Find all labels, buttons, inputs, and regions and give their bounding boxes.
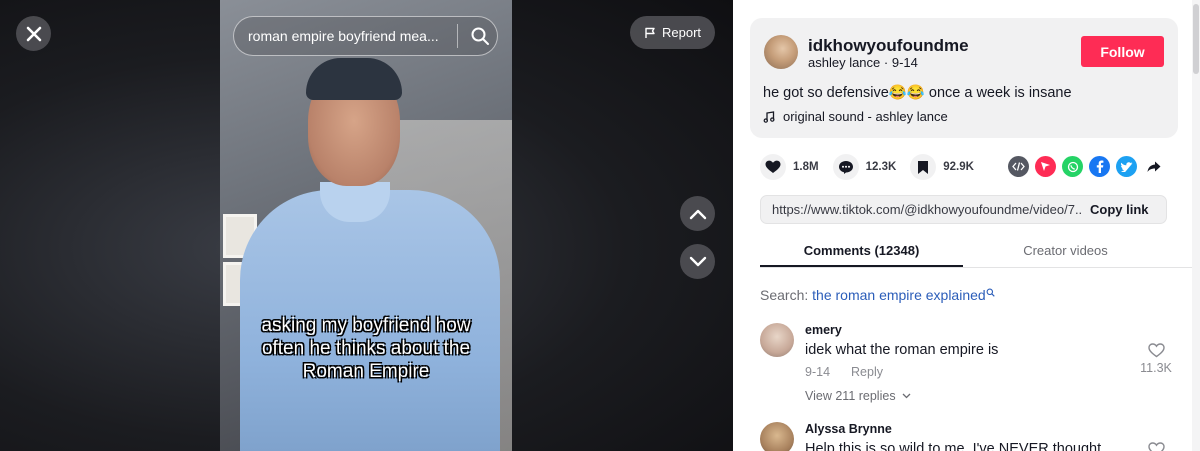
- post-date: 9-14: [891, 55, 918, 70]
- tab-comments[interactable]: Comments (12348): [760, 233, 963, 267]
- details-panel: idkhowyoufoundme ashley lance · 9-14 Fol…: [733, 0, 1200, 451]
- tab-creator-videos[interactable]: Creator videos: [963, 233, 1168, 267]
- next-video-button[interactable]: [680, 244, 715, 279]
- follow-button[interactable]: Follow: [1081, 36, 1164, 67]
- comment-author[interactable]: Alyssa Brynne: [805, 422, 892, 436]
- share-icons: [1008, 156, 1164, 177]
- facebook-icon[interactable]: [1089, 156, 1110, 177]
- search-prefix: Search:: [760, 287, 809, 303]
- sound-name: original sound - ashley lance: [783, 109, 948, 124]
- chevron-down-icon: [689, 256, 706, 266]
- video-frame[interactable]: asking my boyfriend how often he thinks …: [220, 0, 512, 451]
- caption-line: often he thinks about the: [261, 338, 471, 359]
- comment-item: Alyssa Brynne Help this is so wild to me…: [760, 422, 1180, 451]
- engagement-stats: 1.8M 12.3K 92.9K: [760, 154, 988, 180]
- comment-text: Help this is so wild to me. I've NEVER t…: [805, 441, 1102, 451]
- like-stat[interactable]: 1.8M: [760, 154, 819, 180]
- comment-like-count: 11.3K: [1140, 361, 1172, 375]
- separator-dot: ·: [883, 55, 892, 70]
- comment-meta: 9-14 Reply: [805, 365, 883, 379]
- video-description: he got so defensive😂😂 once a week is ins…: [763, 85, 1072, 101]
- flag-icon: [645, 27, 655, 38]
- report-label: Report: [661, 25, 702, 40]
- close-icon: [26, 26, 41, 41]
- avatar[interactable]: [760, 323, 794, 357]
- video-link-box[interactable]: https://www.tiktok.com/@idkhowyoufoundme…: [760, 195, 1167, 224]
- search-icon[interactable]: [470, 26, 490, 46]
- author-username[interactable]: idkhowyoufoundme: [808, 36, 969, 56]
- tab-bar: Comments (12348) Creator videos: [760, 233, 1194, 268]
- comment-text: idek what the roman empire is: [805, 342, 999, 358]
- comment-like[interactable]: [1138, 442, 1174, 451]
- comment-icon[interactable]: [832, 154, 859, 180]
- author-avatar[interactable]: [764, 35, 798, 69]
- comment-search-suggestion[interactable]: Search: the roman empire explained: [760, 287, 995, 303]
- search-divider: [457, 24, 458, 48]
- send-icon[interactable]: [1035, 156, 1056, 177]
- view-replies-label: View 211 replies: [805, 389, 896, 403]
- author-card: idkhowyoufoundme ashley lance · 9-14 Fol…: [750, 18, 1178, 138]
- previous-video-button[interactable]: [680, 196, 715, 231]
- person-cap: [306, 58, 402, 100]
- sound-link[interactable]: original sound - ashley lance: [763, 109, 948, 124]
- chevron-up-icon: [689, 209, 706, 219]
- video-caption: asking my boyfriend how often he thinks …: [220, 314, 512, 383]
- embed-icon[interactable]: [1008, 156, 1029, 177]
- heart-icon[interactable]: [760, 154, 786, 180]
- reply-button[interactable]: Reply: [851, 365, 883, 379]
- avatar[interactable]: [760, 422, 794, 451]
- video-search-box[interactable]: roman empire boyfriend mea...: [233, 16, 498, 56]
- comment-stat[interactable]: 12.3K: [832, 154, 897, 180]
- view-replies-button[interactable]: View 211 replies: [805, 389, 911, 403]
- scrollbar-thumb[interactable]: [1193, 4, 1199, 74]
- chevron-down-icon: [902, 393, 911, 399]
- save-stat[interactable]: 92.9K: [910, 154, 974, 180]
- bookmark-icon[interactable]: [910, 154, 937, 180]
- close-button[interactable]: [16, 16, 51, 51]
- like-count: 1.8M: [793, 161, 819, 173]
- whatsapp-icon[interactable]: [1062, 156, 1083, 177]
- video-player[interactable]: asking my boyfriend how often he thinks …: [0, 0, 733, 451]
- comment-item: emery idek what the roman empire is 9-14…: [760, 323, 1180, 413]
- comment-author[interactable]: emery: [805, 323, 842, 337]
- heart-outline-icon: [1147, 442, 1165, 451]
- save-count: 92.9K: [943, 161, 974, 173]
- copy-link-button[interactable]: Copy link: [1090, 202, 1149, 217]
- caption-line: asking my boyfriend how: [261, 315, 471, 336]
- scrollbar[interactable]: [1192, 0, 1200, 451]
- video-url[interactable]: https://www.tiktok.com/@idkhowyoufoundme…: [761, 202, 1081, 217]
- comment-like[interactable]: 11.3K: [1138, 343, 1174, 375]
- music-note-icon: [763, 110, 775, 123]
- search-query[interactable]: roman empire boyfriend mea...: [248, 28, 453, 44]
- report-button[interactable]: Report: [630, 16, 715, 49]
- comment-date: 9-14: [805, 365, 831, 379]
- caption-line: Roman Empire: [302, 361, 430, 382]
- comment-count: 12.3K: [865, 161, 897, 173]
- twitter-icon[interactable]: [1116, 156, 1137, 177]
- author-subline: ashley lance · 9-14: [808, 55, 918, 70]
- author-display-name: ashley lance: [808, 55, 881, 70]
- share-arrow-icon[interactable]: [1143, 156, 1164, 177]
- search-suggestion-query[interactable]: the roman empire explained: [812, 287, 986, 303]
- search-icon: [986, 288, 995, 297]
- heart-outline-icon: [1147, 343, 1165, 358]
